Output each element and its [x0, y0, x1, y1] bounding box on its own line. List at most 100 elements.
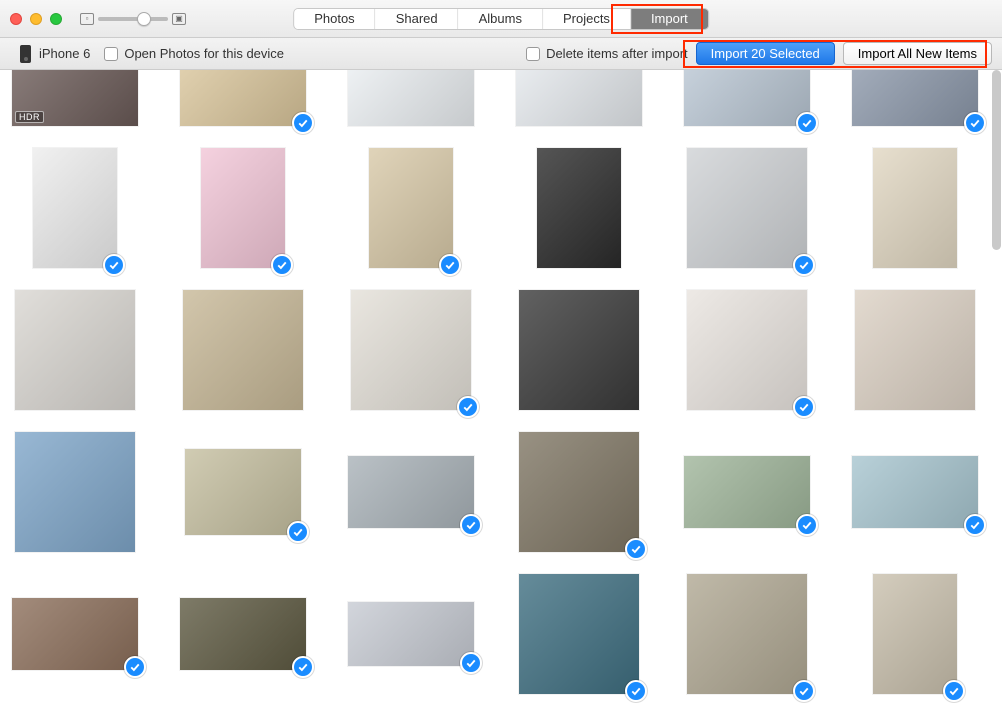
- thumbnail-cell[interactable]: [678, 432, 816, 552]
- thumbnail-cell[interactable]: [342, 432, 480, 552]
- thumbnail-cell[interactable]: [678, 574, 816, 694]
- thumbnail-cell[interactable]: [174, 148, 312, 268]
- thumbnail-image[interactable]: [519, 290, 639, 410]
- thumbnail-image[interactable]: [684, 70, 810, 126]
- tab-albums[interactable]: Albums: [459, 9, 543, 29]
- thumbnail-cell[interactable]: [846, 290, 984, 410]
- thumbnail-cell[interactable]: [678, 148, 816, 268]
- maximize-window-button[interactable]: [50, 13, 62, 25]
- tab-shared[interactable]: Shared: [376, 9, 459, 29]
- thumbnail-cell[interactable]: [6, 432, 144, 552]
- selected-checkmark-icon[interactable]: [460, 652, 482, 674]
- thumbnail-cell[interactable]: [510, 148, 648, 268]
- thumbnail-cell[interactable]: [510, 574, 648, 694]
- thumbnail-cell[interactable]: [342, 148, 480, 268]
- thumbnail-image[interactable]: [852, 456, 978, 528]
- selected-checkmark-icon[interactable]: [964, 514, 986, 536]
- delete-after-import-label: Delete items after import: [546, 46, 688, 61]
- thumbnail-cell[interactable]: [174, 574, 312, 694]
- selected-checkmark-icon[interactable]: [796, 514, 818, 536]
- thumbnail-cell[interactable]: [174, 70, 312, 126]
- thumbnail-image[interactable]: [180, 598, 306, 670]
- selected-checkmark-icon[interactable]: [439, 254, 461, 276]
- zoom-in-icon[interactable]: ▣: [172, 13, 186, 25]
- thumbnail-cell[interactable]: [846, 432, 984, 552]
- thumbnail-image[interactable]: [537, 148, 621, 268]
- thumbnail-image[interactable]: HDR: [12, 70, 138, 126]
- thumbnail-image[interactable]: [348, 70, 474, 126]
- thumbnail-image[interactable]: [348, 456, 474, 528]
- delete-after-import-checkbox[interactable]: [526, 47, 540, 61]
- selected-checkmark-icon[interactable]: [964, 112, 986, 134]
- thumbnail-image[interactable]: [855, 290, 975, 410]
- thumbnail-image[interactable]: [15, 290, 135, 410]
- thumbnail-cell[interactable]: [846, 70, 984, 126]
- thumbnail-cell[interactable]: [174, 290, 312, 410]
- thumbnail-image[interactable]: [15, 432, 135, 552]
- thumbnail-image[interactable]: [687, 574, 807, 694]
- thumbnail-image[interactable]: [183, 290, 303, 410]
- zoom-slider-thumb[interactable]: [137, 12, 151, 26]
- thumbnail-image[interactable]: [185, 449, 301, 535]
- window-controls: [10, 13, 62, 25]
- tab-projects[interactable]: Projects: [543, 9, 631, 29]
- thumbnail-image[interactable]: [687, 290, 807, 410]
- thumbnail-cell[interactable]: [174, 432, 312, 552]
- tab-import[interactable]: Import: [631, 9, 708, 29]
- minimize-window-button[interactable]: [30, 13, 42, 25]
- thumbnail-cell[interactable]: [6, 574, 144, 694]
- thumbnail-cell[interactable]: [6, 148, 144, 268]
- thumbnail-image[interactable]: [519, 432, 639, 552]
- thumbnail-image[interactable]: [516, 70, 642, 126]
- thumbnail-cell[interactable]: [510, 290, 648, 410]
- thumbnail-image[interactable]: [33, 148, 117, 268]
- thumbnail-cell[interactable]: HDR: [6, 70, 144, 126]
- thumbnail-cell[interactable]: [6, 290, 144, 410]
- selected-checkmark-icon[interactable]: [292, 656, 314, 678]
- thumbnail-image[interactable]: [348, 602, 474, 666]
- selected-checkmark-icon[interactable]: [287, 521, 309, 543]
- thumbnail-image[interactable]: [687, 148, 807, 268]
- thumbnail-cell[interactable]: [678, 70, 816, 126]
- thumbnail-cell[interactable]: [846, 148, 984, 268]
- selected-checkmark-icon[interactable]: [460, 514, 482, 536]
- vertical-scrollbar[interactable]: [992, 70, 1001, 250]
- selected-checkmark-icon[interactable]: [943, 680, 965, 702]
- selected-checkmark-icon[interactable]: [271, 254, 293, 276]
- thumbnail-cell[interactable]: [678, 290, 816, 410]
- open-photos-checkbox[interactable]: [104, 47, 118, 61]
- thumbnail-image[interactable]: [351, 290, 471, 410]
- tab-photos[interactable]: Photos: [294, 9, 375, 29]
- selected-checkmark-icon[interactable]: [457, 396, 479, 418]
- thumbnail-image[interactable]: [12, 598, 138, 670]
- selected-checkmark-icon[interactable]: [793, 396, 815, 418]
- thumbnail-image[interactable]: [852, 70, 978, 126]
- selected-checkmark-icon[interactable]: [793, 680, 815, 702]
- selected-checkmark-icon[interactable]: [625, 538, 647, 560]
- thumbnail-cell[interactable]: [342, 574, 480, 694]
- thumbnail-cell[interactable]: [342, 290, 480, 410]
- thumbnail-cell[interactable]: [846, 574, 984, 694]
- thumbnail-image[interactable]: [519, 574, 639, 694]
- thumbnail-cell[interactable]: [342, 70, 480, 126]
- thumbnail-image[interactable]: [873, 148, 957, 268]
- selected-checkmark-icon[interactable]: [796, 112, 818, 134]
- zoom-out-icon[interactable]: ▫: [80, 13, 94, 25]
- import-all-button[interactable]: Import All New Items: [843, 42, 992, 65]
- zoom-slider[interactable]: [98, 17, 168, 21]
- close-window-button[interactable]: [10, 13, 22, 25]
- thumbnail-image[interactable]: [873, 574, 957, 694]
- thumbnail-image[interactable]: [369, 148, 453, 268]
- view-tabs: Photos Shared Albums Projects Import: [293, 8, 709, 30]
- selected-checkmark-icon[interactable]: [103, 254, 125, 276]
- selected-checkmark-icon[interactable]: [625, 680, 647, 702]
- thumbnail-image[interactable]: [684, 456, 810, 528]
- thumbnail-image[interactable]: [201, 148, 285, 268]
- thumbnail-cell[interactable]: [510, 432, 648, 552]
- import-selected-button[interactable]: Import 20 Selected: [696, 42, 835, 65]
- thumbnail-image[interactable]: [180, 70, 306, 126]
- selected-checkmark-icon[interactable]: [124, 656, 146, 678]
- thumbnail-cell[interactable]: [510, 70, 648, 126]
- selected-checkmark-icon[interactable]: [793, 254, 815, 276]
- selected-checkmark-icon[interactable]: [292, 112, 314, 134]
